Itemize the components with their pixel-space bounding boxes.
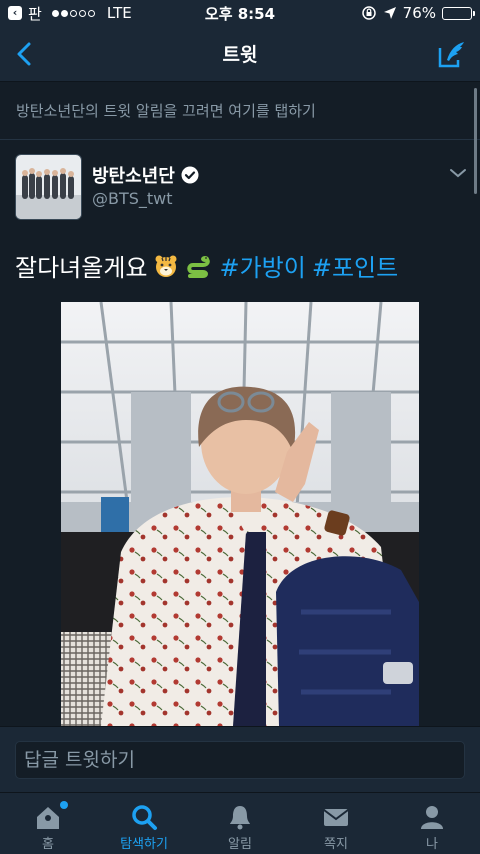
page-title: 트윗 (222, 44, 258, 66)
search-icon (132, 805, 157, 830)
bell-icon (230, 806, 250, 830)
navigation-bar: 트윗 (0, 26, 480, 82)
tab-label: 홈 (42, 837, 54, 852)
envelope-icon (323, 809, 349, 826)
hashtag-link[interactable]: #포인트 (312, 248, 398, 283)
verified-badge-icon (181, 166, 199, 184)
tab-label: 나 (426, 837, 438, 852)
notification-toggle-notice[interactable]: 방탄소년단의 트윗 알림을 끄려면 여기를 탭하기 (0, 82, 480, 140)
person-icon (421, 806, 443, 829)
orientation-lock-icon (361, 6, 376, 20)
tweet-text: 잘다녀올게요 #가방이 #포인트 (15, 248, 398, 283)
home-icon (37, 807, 59, 829)
author-handle[interactable]: @BTS_twt (92, 189, 173, 208)
tab-label: 알림 (228, 837, 252, 852)
chevron-down-icon[interactable] (448, 166, 468, 180)
back-app-label[interactable]: 판 (28, 3, 42, 24)
tab-label: 탐색하기 (120, 837, 168, 852)
chevron-left-icon (17, 42, 31, 66)
tab-explore[interactable]: 탐색하기 (96, 793, 192, 854)
tweet-detail: 방탄소년단의 트윗 알림을 끄려면 여기를 탭하기 방탄소년단 @BTS_twt… (0, 82, 480, 726)
tiger-face-emoji-icon (155, 255, 177, 277)
tweet-photo[interactable] (61, 302, 419, 726)
status-bar: ‹ 판 LTE 오후 8:54 76% (0, 0, 480, 26)
reply-input[interactable] (15, 741, 465, 779)
tweet-author: 방탄소년단 @BTS_twt (15, 152, 468, 222)
tab-bar: 홈 탐색하기 알림 쪽지 나 (0, 792, 480, 854)
tab-notifications[interactable]: 알림 (192, 793, 288, 854)
new-content-badge (60, 801, 68, 809)
battery-icon (442, 6, 475, 20)
scrollbar[interactable] (474, 88, 477, 194)
reply-bar (0, 726, 480, 792)
tab-label: 쪽지 (324, 837, 348, 852)
snake-emoji-icon (187, 255, 211, 278)
hashtag-link[interactable]: #가방이 (219, 248, 305, 283)
back-button[interactable] (8, 38, 40, 70)
location-arrow-icon (383, 7, 396, 19)
signal-strength-icon (51, 9, 95, 17)
tab-messages[interactable]: 쪽지 (288, 793, 384, 854)
compose-tweet-button[interactable] (436, 38, 468, 70)
back-to-app-icon[interactable]: ‹ (8, 6, 22, 20)
tab-profile[interactable]: 나 (384, 793, 480, 854)
author-name[interactable]: 방탄소년단 (92, 162, 175, 188)
avatar[interactable] (15, 154, 82, 220)
carrier-label: LTE (106, 4, 132, 22)
tab-home[interactable]: 홈 (0, 793, 96, 854)
battery-percent: 76% (402, 4, 436, 22)
tweet-body: 잘다녀올게요 (15, 254, 148, 282)
